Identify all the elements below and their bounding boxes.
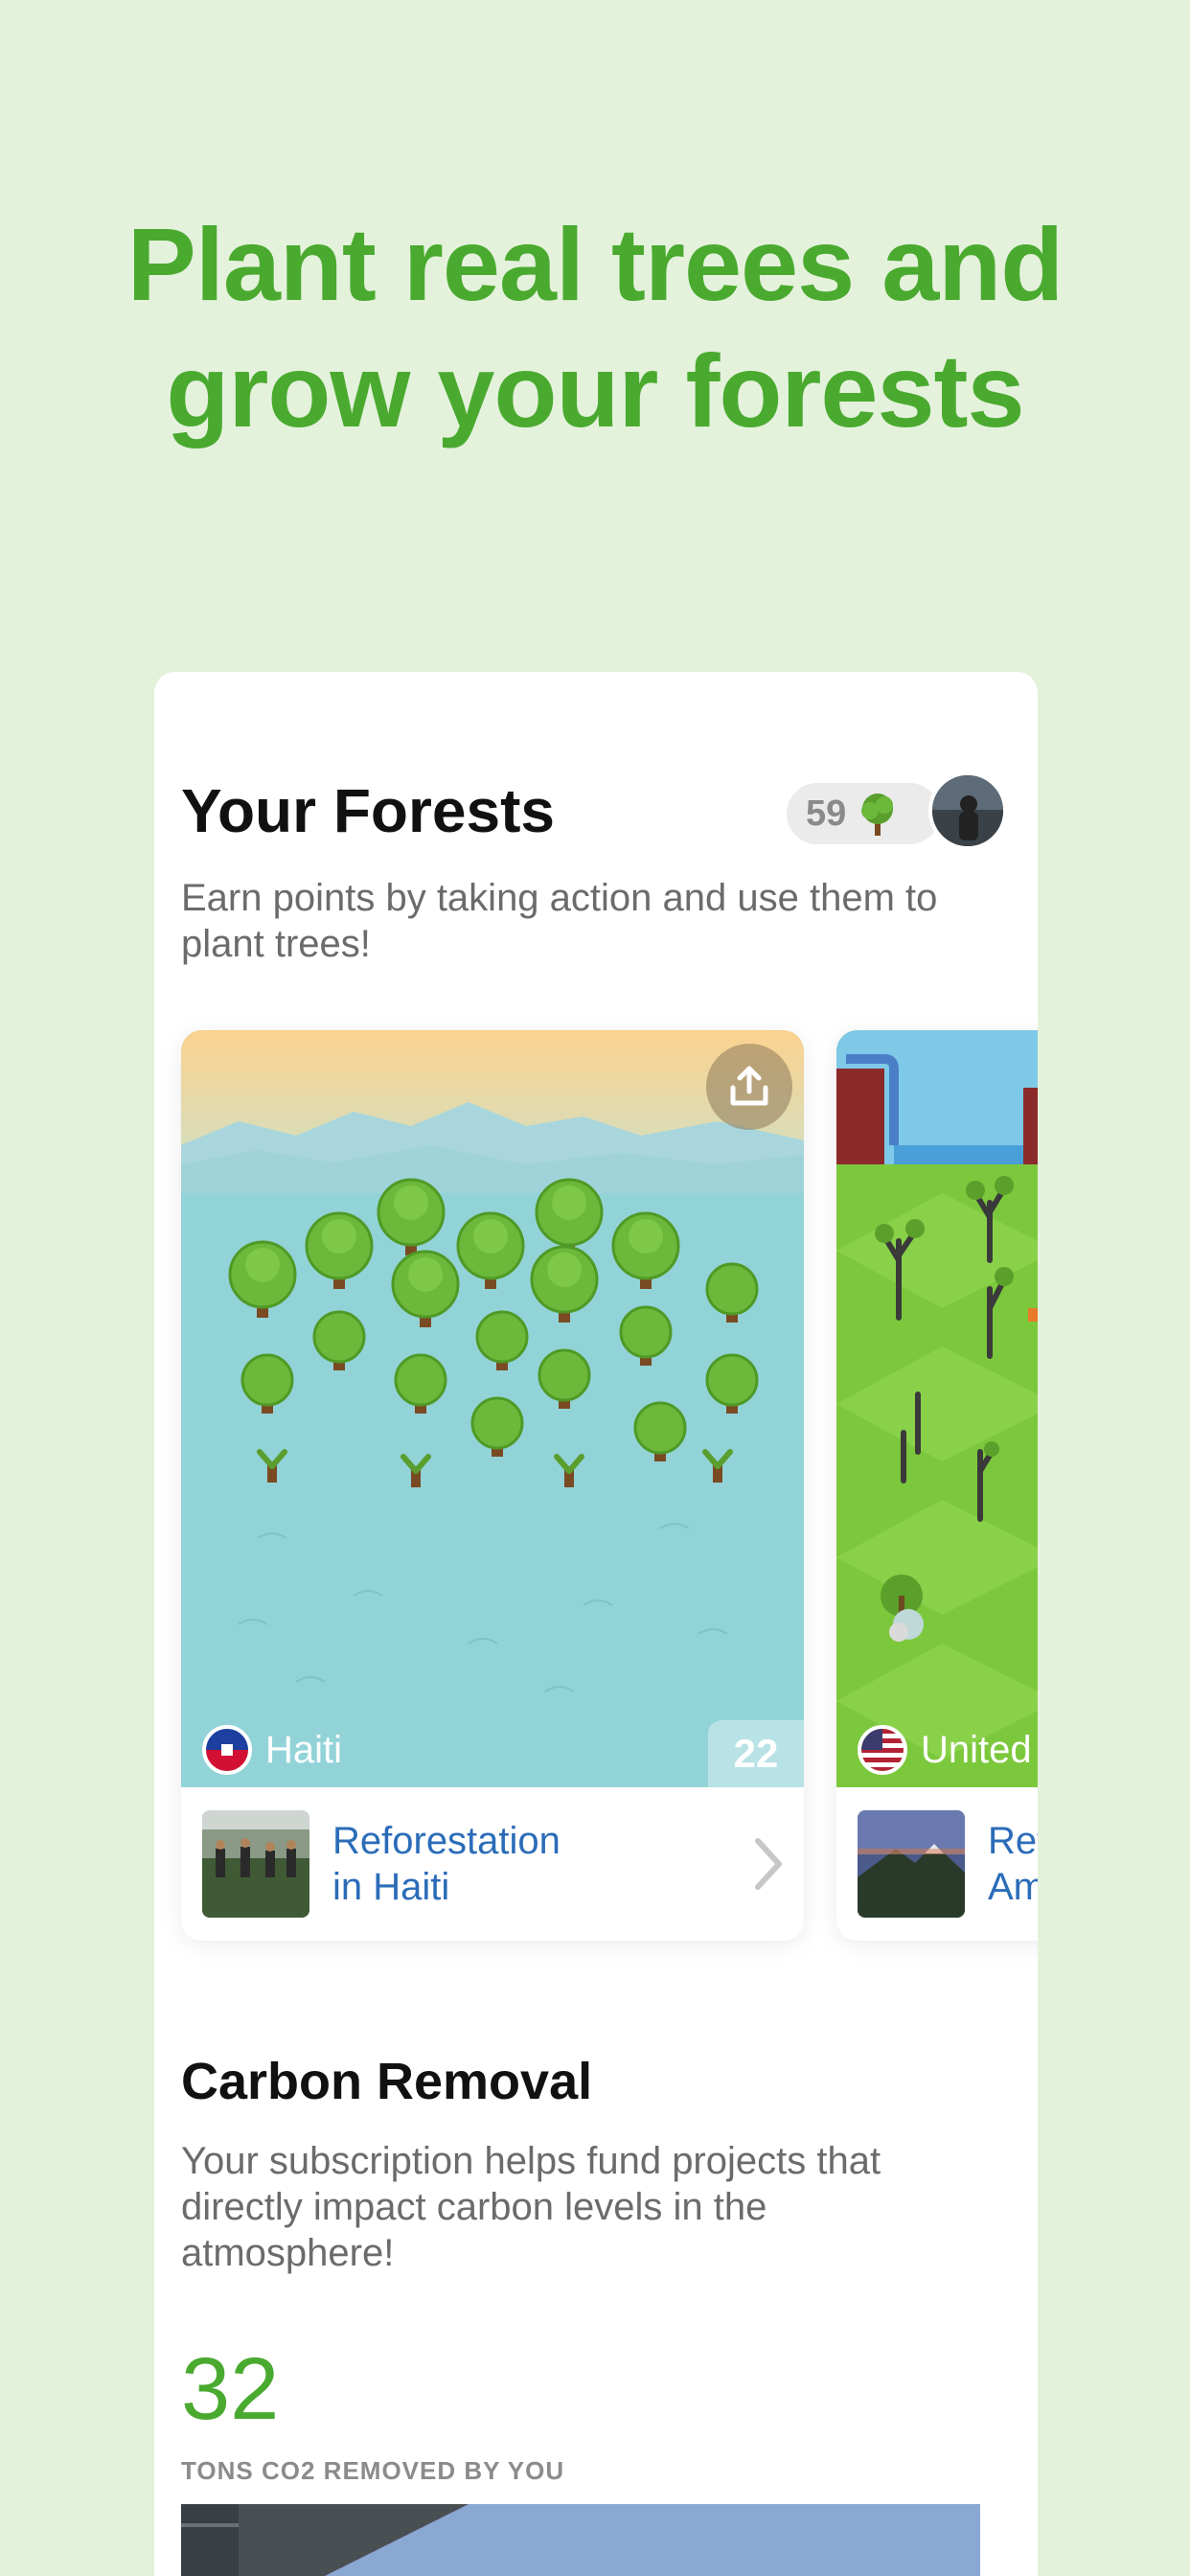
share-button[interactable]	[706, 1044, 792, 1130]
carbon-project-photo	[181, 2504, 980, 2576]
location-name: Haiti	[265, 1728, 343, 1771]
project-name-line-1: Reforestation	[332, 1820, 561, 1862]
headline-line-2: grow your forests	[166, 333, 1024, 448]
app-screen: Your Forests 59 Earn points by taking ac…	[154, 672, 1038, 2576]
haiti-flag-icon	[202, 1725, 252, 1775]
forests-subtitle: Earn points by taking action and use the…	[181, 877, 938, 965]
headline-line-1: Plant real trees and	[126, 206, 1064, 322]
headline: Plant real trees and grow your forests	[0, 201, 1190, 454]
project-name-line-2: Am	[988, 1866, 1038, 1908]
forest-scene-haiti	[181, 1030, 804, 1787]
carbon-amount: 32	[181, 2340, 280, 2438]
points-badge[interactable]: 59	[787, 783, 940, 844]
carbon-subtitle: Your subscription helps fund projects th…	[181, 2140, 881, 2274]
project-name-line-1: Ref	[988, 1820, 1038, 1862]
avatar[interactable]	[928, 771, 1007, 850]
share-icon	[730, 1066, 768, 1106]
project-name: Ref Am	[988, 1818, 1038, 1910]
forest-card-haiti[interactable]: Haiti 22 Reforestation in Haiti	[181, 1030, 804, 1941]
forest-card-united-states[interactable]: United Ref Am	[836, 1030, 1038, 1941]
tree-icon	[861, 794, 894, 836]
project-link[interactable]: Ref Am	[836, 1787, 1038, 1941]
carbon-title: Carbon Removal	[181, 2053, 593, 2110]
points-count: 59	[806, 793, 847, 834]
location-name: United	[921, 1728, 1032, 1771]
project-thumbnail	[202, 1810, 309, 1918]
carbon-caption: TONS CO2 REMOVED BY YOU	[181, 2456, 565, 2485]
project-name: Reforestation in Haiti	[332, 1818, 697, 1910]
location-bar: United	[836, 1713, 1038, 1787]
project-link[interactable]: Reforestation in Haiti	[181, 1787, 804, 1941]
chevron-right-icon	[755, 1838, 782, 1890]
us-flag-icon	[858, 1725, 907, 1775]
forest-scene-united-states	[836, 1030, 1038, 1787]
project-name-line-2: in Haiti	[332, 1866, 450, 1908]
forests-title: Your Forests	[181, 776, 555, 845]
project-thumbnail	[858, 1810, 965, 1918]
tree-count-badge: 22	[708, 1720, 804, 1787]
